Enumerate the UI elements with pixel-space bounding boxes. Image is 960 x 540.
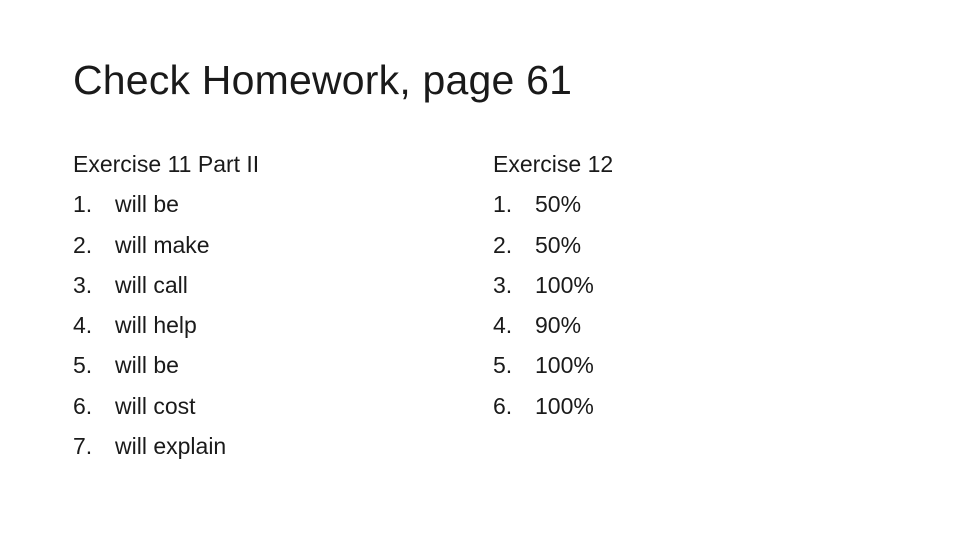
- list-item: 6. will cost: [73, 386, 259, 426]
- item-answer: will be: [115, 191, 179, 218]
- list-item: 4. will help: [73, 305, 259, 345]
- item-number: 2.: [73, 231, 93, 258]
- list-item: 1. will be: [73, 184, 259, 224]
- list-item: 4. 90%: [493, 305, 613, 345]
- list-item: 5. will be: [73, 345, 259, 385]
- item-answer: 100%: [535, 271, 594, 298]
- item-number: 6.: [493, 392, 513, 419]
- list-item: 2. will make: [73, 225, 259, 265]
- exercise-11-column: Exercise 11 Part II 1. will be 2. will mak…: [73, 144, 259, 466]
- exercise-11-heading: Exercise 11 Part II: [73, 151, 260, 177]
- exercise-12-column: Exercise 12 1. 50% 2. 50% 3. 100% 4. 90% 5. 1…: [493, 144, 613, 426]
- list-item: 5. 100%: [493, 345, 613, 385]
- item-number: 4.: [73, 312, 93, 339]
- list-item: 7. will explain: [73, 426, 259, 466]
- list-item: 3. 100%: [493, 265, 613, 305]
- item-number: 5.: [73, 352, 93, 379]
- item-answer: 50%: [535, 191, 582, 218]
- item-number: 3.: [73, 271, 93, 298]
- item-answer: will explain: [115, 433, 227, 460]
- item-answer: 100%: [535, 392, 594, 419]
- item-number: 3.: [493, 271, 513, 298]
- item-answer: 90%: [535, 312, 582, 339]
- slide-title: Check Homework, page 61: [73, 57, 573, 103]
- list-item: 6. 100%: [493, 386, 613, 426]
- item-answer: will cost: [115, 392, 196, 419]
- item-number: 1.: [493, 191, 513, 218]
- exercise-12-heading: Exercise 12: [493, 151, 614, 177]
- item-answer: will help: [115, 312, 197, 339]
- item-answer: will call: [115, 271, 188, 298]
- item-number: 5.: [493, 352, 513, 379]
- item-answer: will make: [115, 231, 210, 258]
- item-answer: 100%: [535, 352, 594, 379]
- item-number: 2.: [493, 231, 513, 258]
- item-answer: will be: [115, 352, 179, 379]
- list-item: 1. 50%: [493, 184, 613, 224]
- item-answer: 50%: [535, 231, 582, 258]
- item-number: 7.: [73, 433, 93, 460]
- item-number: 1.: [73, 191, 93, 218]
- list-item: 3. will call: [73, 265, 259, 305]
- item-number: 6.: [73, 392, 93, 419]
- item-number: 4.: [493, 312, 513, 339]
- list-item: 2. 50%: [493, 225, 613, 265]
